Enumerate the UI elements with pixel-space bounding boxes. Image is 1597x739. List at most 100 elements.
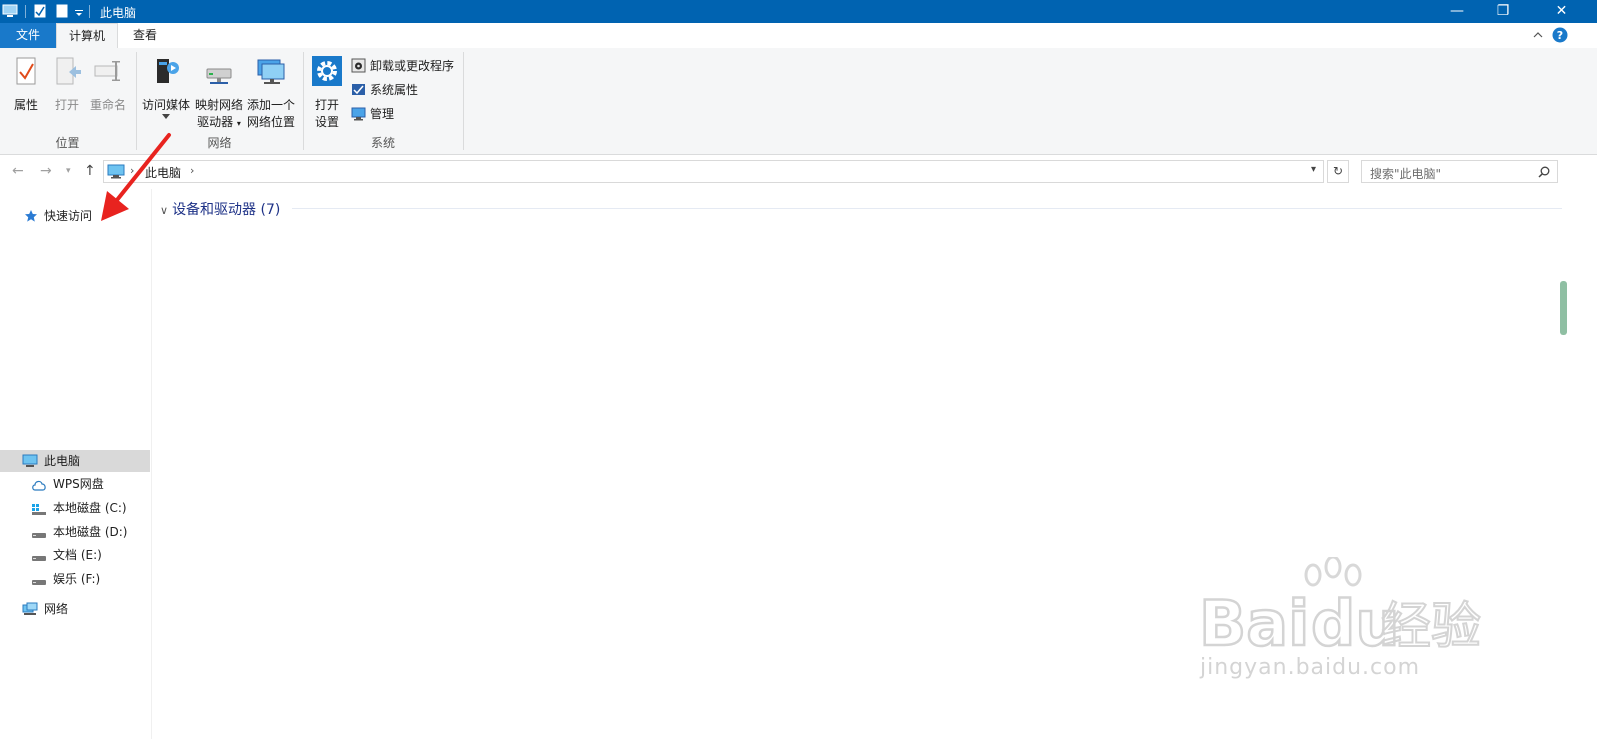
qat-divider <box>25 5 26 18</box>
red-annotation-arrow-icon <box>101 133 171 221</box>
title-bar: 此电脑 — ❐ ✕ <box>0 0 1597 23</box>
network-drive-icon <box>206 68 232 84</box>
dropdown-arrow-icon <box>162 114 170 119</box>
map-network-drive-button[interactable]: 映射网络 驱动器 ▾ <box>193 56 245 132</box>
minimize-glyph: — <box>1450 3 1464 19</box>
nav-item-this-pc[interactable]: 此电脑 <box>0 450 150 472</box>
drive-icon <box>32 533 46 538</box>
devices-drives-group-header[interactable]: ∨ 设备和驱动器 (7) <box>160 199 280 219</box>
address-history-dropdown-icon[interactable]: ▾ <box>1311 164 1316 175</box>
open-settings-button[interactable]: 打开 设置 <box>308 56 346 131</box>
nav-label-wps-cloud: WPS网盘 <box>53 477 104 491</box>
computer-management-icon <box>351 107 366 121</box>
breadcrumb-separator-icon[interactable]: › <box>190 164 194 177</box>
restore-button[interactable]: ❐ <box>1480 0 1526 23</box>
new-folder-qat-icon[interactable] <box>56 4 68 18</box>
svg-text:?: ? <box>1557 29 1563 42</box>
gear-icon <box>312 56 342 86</box>
system-properties-button[interactable]: 系统属性 <box>351 80 418 100</box>
group-header-label: 设备和驱动器 (7) <box>172 202 281 218</box>
add-location-label-1: 添加一个 <box>246 98 295 112</box>
map-drive-label-2-text: 驱动器 <box>197 115 234 129</box>
map-drive-label-2: 驱动器 ▾ <box>193 114 245 132</box>
nav-label-drive-d: 本地磁盘 (D:) <box>53 525 128 539</box>
uninstall-programs-button[interactable]: 卸载或更改程序 <box>351 56 454 76</box>
drive-icon <box>32 580 46 585</box>
search-placeholder: 搜索"此电脑" <box>1370 167 1442 181</box>
properties-label: 属性 <box>13 98 38 112</box>
open-label: 打开 <box>54 98 79 112</box>
nav-item-network[interactable]: 网络 <box>22 598 68 620</box>
computer-icon <box>22 454 38 467</box>
rename-label: 重命名 <box>89 98 126 112</box>
recent-locations-icon[interactable]: ▾ <box>66 166 71 176</box>
add-network-location-button[interactable]: 添加一个 网络位置 <box>245 56 297 131</box>
open-settings-label-2: 设置 <box>314 115 339 129</box>
nav-label-this-pc: 此电脑 <box>44 454 81 468</box>
baidu-paw-logo-icon: Bai du 经验 <box>1198 557 1482 652</box>
system-drive-icon <box>32 504 46 515</box>
svg-text:Bai: Bai <box>1199 587 1309 652</box>
refresh-button[interactable]: ↻ <box>1327 160 1349 183</box>
properties-qat-icon[interactable] <box>34 4 46 18</box>
map-drive-label-1: 映射网络 <box>194 98 243 112</box>
open-button[interactable]: 打开 <box>50 56 84 114</box>
close-glyph: ✕ <box>1555 3 1568 19</box>
window-title: 此电脑 <box>100 6 137 20</box>
network-location-icon <box>257 59 285 84</box>
nav-label-drive-e: 文档 (E:) <box>53 548 102 562</box>
tab-computer[interactable]: 计算机 <box>56 23 118 49</box>
system-group-label: 系统 <box>370 136 395 150</box>
nav-item-wps-cloud[interactable]: WPS网盘 <box>31 473 104 495</box>
navigation-pane: 快速访问 此电脑 WPS网盘 本地磁盘 (C:) 本地磁盘 (D:) 文档 (E… <box>0 189 152 739</box>
dropdown-arrow-icon: ▾ <box>236 119 241 128</box>
open-settings-label-1: 打开 <box>314 98 339 112</box>
collapse-ribbon-icon[interactable] <box>1533 31 1543 39</box>
nav-item-drive-d[interactable]: 本地磁盘 (D:) <box>31 521 127 543</box>
baidu-jingyan-watermark: Bai du 经验 jingyan.baidu.com <box>1195 557 1495 697</box>
nav-label-drive-c: 本地磁盘 (C:) <box>53 501 127 515</box>
nav-item-drive-e[interactable]: 文档 (E:) <box>31 544 102 566</box>
open-icon <box>56 57 81 85</box>
address-bar[interactable]: › 此电脑 › ▾ <box>103 160 1324 183</box>
uninstall-icon <box>351 58 366 73</box>
tab-view[interactable]: 查看 <box>118 23 172 48</box>
rename-icon <box>94 61 120 81</box>
close-button[interactable]: ✕ <box>1526 0 1597 23</box>
access-media-button[interactable]: 访问媒体 <box>140 56 192 119</box>
search-icon <box>1538 166 1550 178</box>
system-properties-label: 系统属性 <box>370 83 419 97</box>
system-properties-icon <box>352 84 365 95</box>
manage-button[interactable]: 管理 <box>351 104 394 124</box>
back-arrow-icon[interactable]: ← <box>12 163 24 179</box>
nav-item-drive-f[interactable]: 娱乐 (F:) <box>31 568 100 590</box>
minimize-button[interactable]: — <box>1434 0 1480 23</box>
cloud-icon <box>32 480 46 491</box>
customize-qat-icon[interactable] <box>74 4 84 18</box>
watermark-url: jingyan.baidu.com <box>1200 655 1421 680</box>
up-arrow-icon[interactable]: ↑ <box>84 163 96 179</box>
drive-icon <box>32 556 46 561</box>
ribbon-tab-row: 文件 计算机 查看 ? <box>0 23 1597 49</box>
group-separator <box>463 52 464 150</box>
ribbon: 属性 打开 重命名 位置 访问媒体 映射网络 驱动器 ▾ 添加一个 网络位置 网… <box>0 48 1597 155</box>
add-location-label-2: 网络位置 <box>246 115 295 129</box>
nav-label-drive-f: 娱乐 (F:) <box>53 572 101 586</box>
group-header-divider <box>292 208 1562 209</box>
nav-item-quick-access[interactable]: 快速访问 <box>24 205 92 227</box>
tab-file[interactable]: 文件 <box>0 23 56 48</box>
nav-label-network: 网络 <box>44 602 69 616</box>
nav-label-quick-access: 快速访问 <box>44 209 93 223</box>
properties-icon <box>16 57 36 85</box>
search-input[interactable]: 搜索"此电脑" <box>1361 160 1558 183</box>
nav-item-drive-c[interactable]: 本地磁盘 (C:) <box>31 497 127 519</box>
title-divider <box>89 5 90 18</box>
properties-button[interactable]: 属性 <box>6 56 46 114</box>
vertical-scrollbar-thumb[interactable] <box>1560 281 1567 335</box>
refresh-icon: ↻ <box>1332 164 1344 178</box>
manage-label: 管理 <box>370 107 395 121</box>
rename-button[interactable]: 重命名 <box>88 56 128 114</box>
svg-text:经验: 经验 <box>1381 597 1481 652</box>
forward-arrow-icon[interactable]: → <box>40 163 52 179</box>
help-icon[interactable]: ? <box>1552 27 1568 43</box>
